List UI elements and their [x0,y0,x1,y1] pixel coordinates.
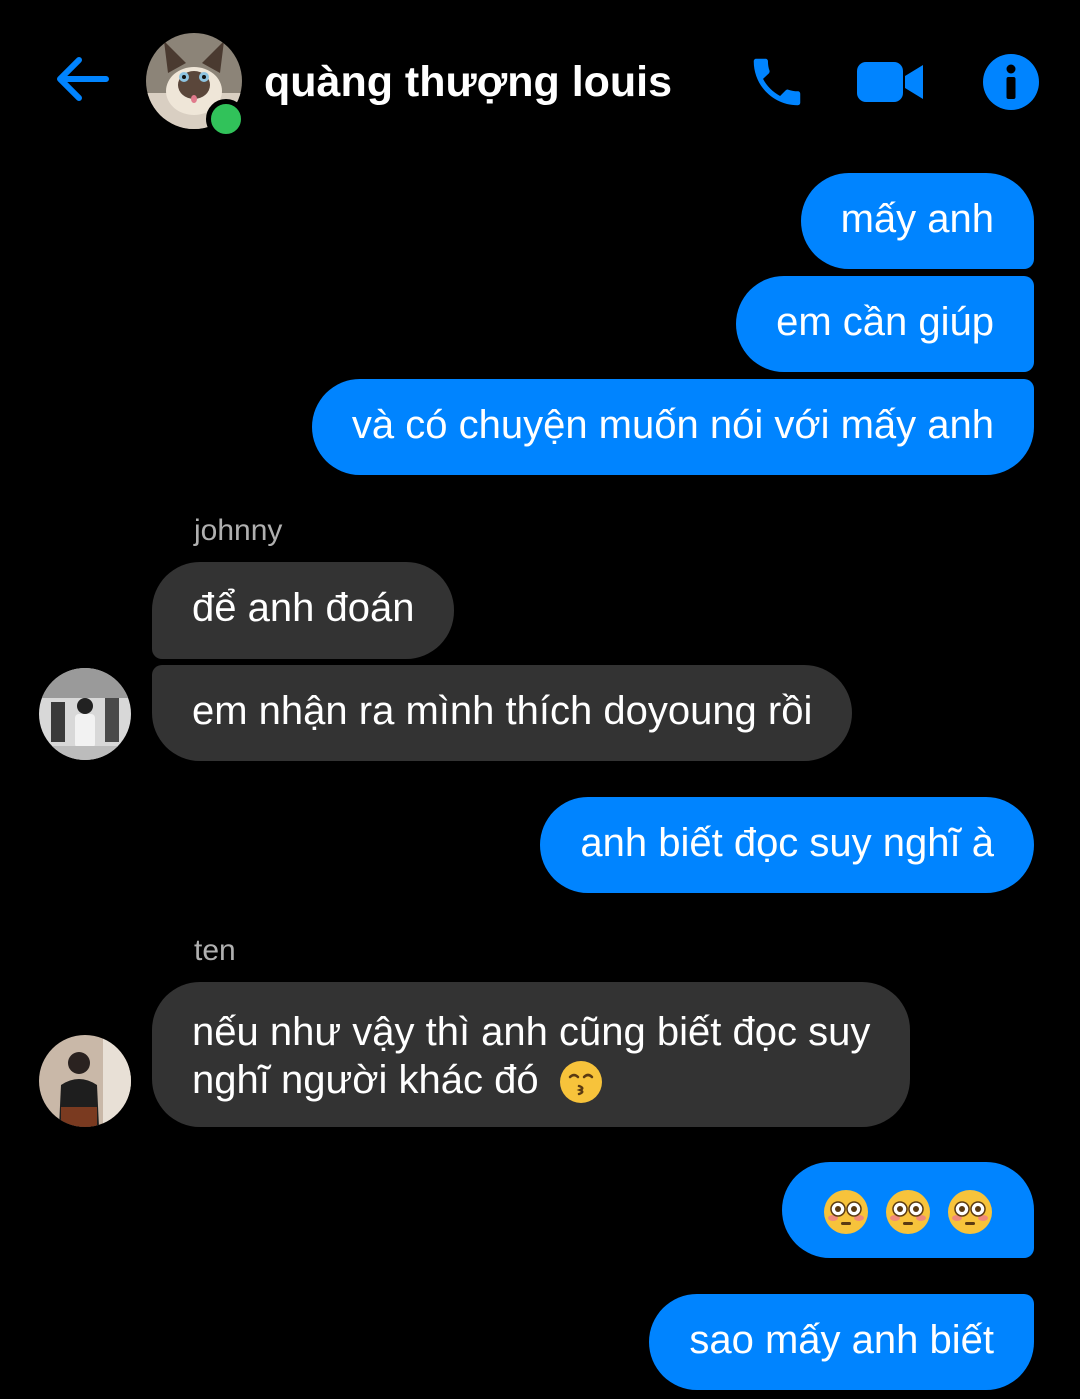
back-arrow-icon [57,57,109,101]
online-status-indicator [206,99,246,139]
flushed-face-emoji [948,1190,992,1235]
message-text: và có chuyện muốn nói với mấy anh [351,403,994,447]
chat-header: quàng thượng louis [0,0,1080,160]
message-text: em nhận ra mình thích doyoung rồi [192,689,813,733]
person-avatar-image [39,668,131,760]
outgoing-message[interactable]: sao mấy anh biết [649,1294,1034,1390]
video-call-button[interactable] [854,50,926,114]
sender-avatar-ten[interactable] [39,1035,131,1127]
conversation-info-button[interactable] [980,50,1042,114]
outgoing-message[interactable]: mấy anh [800,173,1034,269]
outgoing-message[interactable]: và có chuyện muốn nói với mấy anh [311,379,1034,475]
incoming-message[interactable]: nếu như vậy thì anh cũng biết đọc suy ng… [152,982,911,1127]
back-button[interactable] [48,46,114,112]
sender-avatar-johnny[interactable] [39,668,131,760]
outgoing-message[interactable]: anh biết đọc suy nghĩ à [540,797,1034,893]
flushed-face-emoji [885,1190,930,1235]
kissing-face-emoji [559,1061,602,1104]
message-text: em cần giúp [776,300,994,344]
contact-name[interactable]: quàng thượng louis [264,58,672,107]
phone-icon [753,58,801,106]
sender-name: johnny [194,514,283,547]
incoming-message[interactable]: em nhận ra mình thích doyoung rồi [152,665,853,761]
flushed-face-emoji-group [822,1186,994,1236]
message-text: anh biết đọc suy nghĩ à [580,821,994,865]
message-text: để anh đoán [192,586,415,630]
outgoing-message[interactable]: em cần giúp [736,276,1034,372]
info-icon [983,54,1039,110]
incoming-message[interactable]: để anh đoán [152,562,455,659]
message-text-line: nếu như vậy thì anh cũng biết đọc suy [192,1010,871,1054]
person-avatar-image [39,1035,131,1127]
message-text: mấy anh [840,197,994,241]
message-text-line: nghĩ người khác đó [192,1058,539,1102]
flushed-face-emoji [823,1190,868,1235]
message-text: sao mấy anh biết [689,1318,994,1362]
voice-call-button[interactable] [744,50,810,114]
video-camera-icon [857,62,923,102]
sender-name: ten [194,934,236,967]
outgoing-emoji-message[interactable] [781,1162,1034,1258]
